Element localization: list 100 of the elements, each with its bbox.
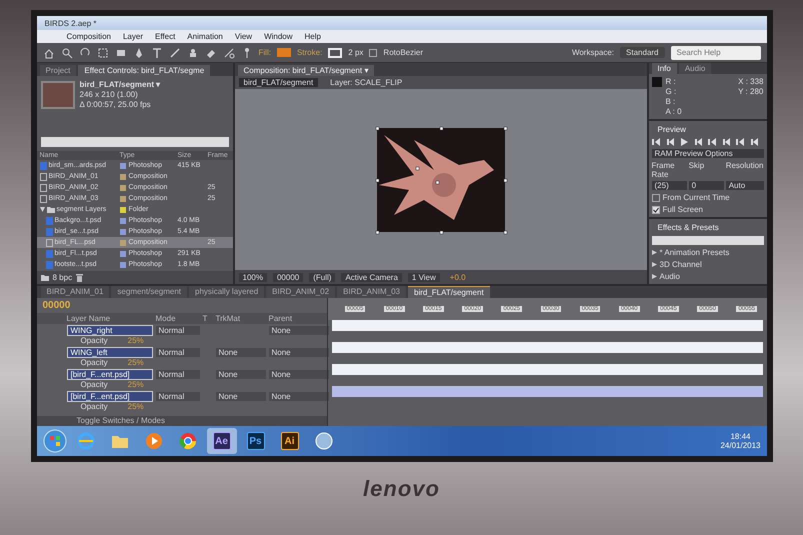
- track-matte-dropdown[interactable]: None: [216, 392, 266, 401]
- trash-icon[interactable]: [76, 274, 84, 282]
- menu-item[interactable]: Animation: [187, 32, 223, 41]
- column-header[interactable]: TrkMat: [216, 314, 266, 323]
- layer-name-field[interactable]: [bird_F...ent.psd]: [66, 391, 152, 402]
- layer-name-field[interactable]: WING_left: [66, 347, 152, 358]
- stroke-swatch-icon[interactable]: [328, 48, 342, 58]
- fill-swatch[interactable]: [276, 48, 291, 57]
- roto-brush-icon[interactable]: [222, 46, 234, 58]
- panel-tab[interactable]: Effect Controls: bird_FLAT/segme: [78, 65, 210, 76]
- rotobezier-label: RotoBezier: [383, 48, 423, 57]
- brush-icon[interactable]: [168, 46, 180, 58]
- folder-icon: [46, 206, 54, 213]
- resolution-dropdown[interactable]: (Full): [309, 272, 336, 282]
- zoom-icon[interactable]: [60, 46, 72, 58]
- panel-tab[interactable]: Info: [652, 63, 677, 74]
- setting-label: Skip: [688, 161, 706, 172]
- disclosure-triangle-icon[interactable]: [40, 207, 44, 212]
- first-frame-icon[interactable]: [652, 138, 660, 146]
- project-search-field[interactable]: [40, 137, 228, 147]
- effects-category[interactable]: * Animation Presets: [660, 248, 730, 257]
- column-header[interactable]: Layer Name: [66, 314, 152, 323]
- disclosure-triangle-icon[interactable]: [652, 250, 656, 255]
- timecode-field[interactable]: 00000: [272, 272, 304, 282]
- effects-search-field[interactable]: [652, 236, 764, 245]
- text-icon[interactable]: [150, 46, 162, 58]
- clock-time[interactable]: 18:44: [730, 432, 750, 441]
- parent-dropdown[interactable]: None: [268, 326, 328, 335]
- timeline-tab[interactable]: physically layered: [189, 286, 264, 298]
- window-title: BIRDS 2.aep *: [44, 18, 97, 28]
- checkbox-label: From Current Time: [662, 193, 730, 202]
- current-timecode[interactable]: 00000: [36, 298, 326, 313]
- column-header[interactable]: Mode: [156, 314, 200, 323]
- ram-preview-options-dropdown[interactable]: RAM Preview Options: [652, 149, 764, 158]
- column-header[interactable]: Parent: [268, 314, 328, 323]
- taskbar-app[interactable]: Ps: [240, 428, 270, 454]
- setting-dropdown[interactable]: Auto: [726, 181, 764, 190]
- taskbar-app[interactable]: Ae: [206, 428, 236, 454]
- panel-tab[interactable]: Project: [40, 65, 76, 76]
- parent-dropdown[interactable]: None: [268, 392, 328, 401]
- menu-item[interactable]: Layer: [122, 32, 143, 41]
- timeline-tab[interactable]: BIRD_ANIM_01: [40, 286, 110, 298]
- item-duration: Δ 0:00:57, 25.00 fps: [80, 100, 152, 109]
- effects-category[interactable]: 3D Channel: [660, 260, 702, 269]
- color-sample-swatch: [652, 77, 662, 87]
- composition-icon: [46, 238, 52, 246]
- zoom-dropdown[interactable]: 100%: [238, 272, 267, 282]
- checkbox-icon[interactable]: [652, 206, 660, 214]
- layer-viewer-tab[interactable]: Layer: SCALE_FLIP: [330, 78, 402, 87]
- layer-name-field[interactable]: WING_right: [66, 325, 152, 336]
- parent-dropdown[interactable]: None: [268, 348, 328, 357]
- column-header[interactable]: T: [202, 314, 212, 323]
- app-logo-icon: Ps: [246, 432, 264, 450]
- checkbox-icon[interactable]: [652, 194, 660, 202]
- menu-item[interactable]: Help: [304, 32, 321, 41]
- workspace-dropdown[interactable]: Standard: [620, 47, 664, 58]
- brand-logo: lenovo: [363, 476, 440, 502]
- menu-item[interactable]: Window: [264, 32, 293, 41]
- home-icon[interactable]: [42, 46, 54, 58]
- clock-date[interactable]: 24/01/2013: [720, 441, 760, 450]
- fill-label: Fill:: [258, 48, 271, 57]
- menu-item[interactable]: Effect: [154, 32, 176, 41]
- blend-mode-dropdown[interactable]: Normal: [156, 326, 200, 335]
- menu-item[interactable]: View: [234, 32, 252, 41]
- folder-icon[interactable]: [40, 274, 48, 281]
- composition-tab[interactable]: Composition: bird_FLAT/segment ▾: [238, 65, 374, 76]
- disclosure-triangle-icon[interactable]: [652, 274, 656, 279]
- search-help-field[interactable]: Search Help: [670, 46, 760, 60]
- taskbar-app[interactable]: Ai: [274, 428, 304, 454]
- layer-name-field[interactable]: [bird_F...ent.psd]: [66, 369, 152, 380]
- menu-item[interactable]: Composition: [66, 32, 111, 41]
- view-layout-dropdown[interactable]: 1 View: [408, 272, 440, 282]
- timeline-tab[interactable]: bird_FLAT/segment: [408, 286, 490, 298]
- panel-tab[interactable]: Audio: [678, 63, 712, 74]
- bit-depth-label[interactable]: 8 bpc: [52, 273, 72, 282]
- setting-dropdown[interactable]: 0: [688, 181, 724, 190]
- setting-dropdown[interactable]: (25): [652, 181, 687, 190]
- round-app-icon: [314, 432, 332, 450]
- timeline-tab[interactable]: BIRD_ANIM_03: [337, 286, 406, 298]
- thumbnail-photo: [40, 80, 74, 108]
- camera-dropdown[interactable]: Active Camera: [341, 272, 402, 282]
- timeline-tab[interactable]: segment/segment: [111, 286, 188, 298]
- timeline-tab[interactable]: BIRD_ANIM_02: [266, 286, 336, 298]
- effects-category[interactable]: Audio: [660, 272, 680, 281]
- disclosure-triangle-icon[interactable]: [652, 262, 656, 267]
- property-name: Opacity: [80, 358, 108, 367]
- track-matte-dropdown[interactable]: None: [216, 370, 266, 379]
- stroke-width-value[interactable]: 2 px: [348, 48, 364, 57]
- start-button-icon[interactable]: [42, 429, 66, 453]
- play-icon[interactable]: [680, 138, 688, 146]
- parent-dropdown[interactable]: None: [268, 370, 328, 379]
- previous-frame-icon[interactable]: [666, 138, 674, 146]
- composition-subtab[interactable]: bird_FLAT/segment: [238, 78, 318, 87]
- media-player-icon: [144, 432, 162, 450]
- blend-mode-dropdown[interactable]: Normal: [156, 370, 200, 379]
- checkbox-icon[interactable]: [369, 48, 378, 56]
- blend-mode-dropdown[interactable]: Normal: [156, 392, 200, 401]
- track-matte-dropdown[interactable]: None: [216, 348, 266, 357]
- exposure-value[interactable]: +0.0: [446, 272, 470, 282]
- blend-mode-dropdown[interactable]: Normal: [156, 348, 200, 357]
